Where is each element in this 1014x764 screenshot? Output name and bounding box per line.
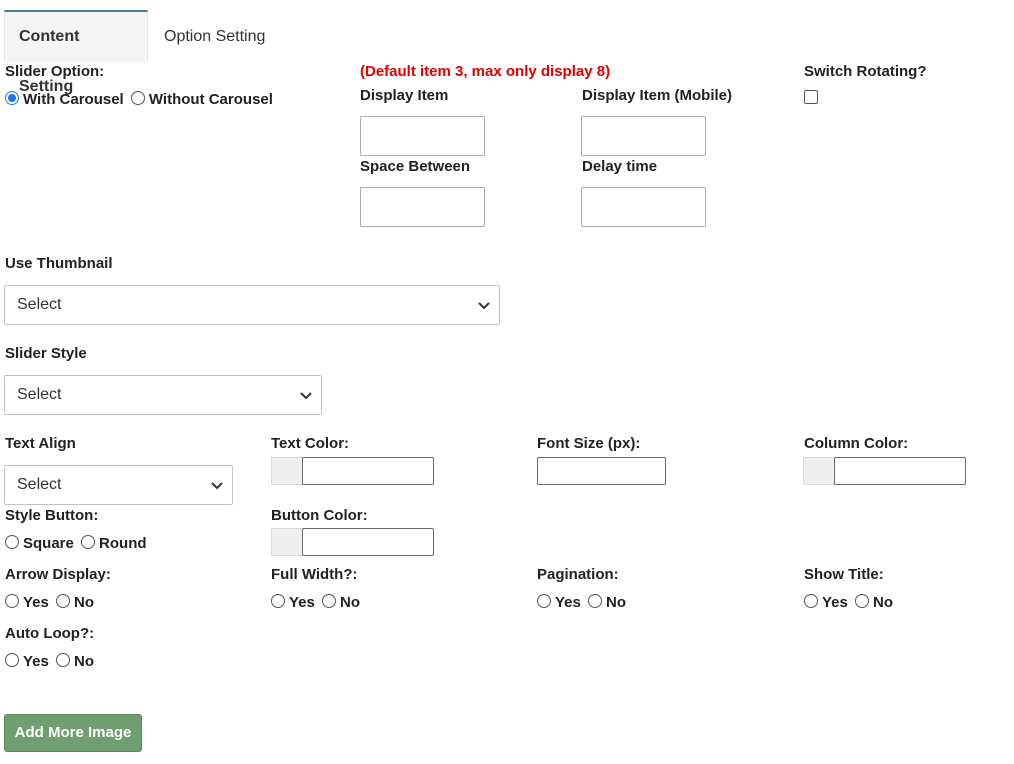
radio-icon[interactable] bbox=[56, 594, 71, 608]
radio-auto-loop-yes[interactable]: Yes bbox=[5, 653, 49, 670]
button-color-input[interactable] bbox=[302, 528, 434, 556]
style-button-label: Style Button: bbox=[5, 507, 99, 524]
radio-icon[interactable] bbox=[855, 594, 870, 608]
slider-style-value: Select bbox=[17, 386, 62, 403]
column-color-picker[interactable] bbox=[803, 457, 966, 485]
chevron-down-icon bbox=[478, 302, 490, 310]
space-between-label: Space Between bbox=[360, 158, 471, 175]
radio-full-width-yes[interactable]: Yes bbox=[271, 594, 315, 611]
radio-icon[interactable] bbox=[537, 594, 551, 608]
use-thumbnail-label: Use Thumbnail bbox=[5, 255, 113, 272]
radio-icon[interactable] bbox=[130, 91, 145, 105]
text-color-picker[interactable] bbox=[271, 457, 434, 485]
pagination-radio-group: Yes No bbox=[537, 594, 629, 611]
text-align-value: Select bbox=[17, 476, 62, 493]
text-color-swatch[interactable] bbox=[271, 457, 303, 485]
column-color-swatch[interactable] bbox=[803, 457, 835, 485]
display-item-mobile-input[interactable] bbox=[581, 116, 706, 156]
button-color-picker[interactable] bbox=[271, 528, 434, 556]
radio-square[interactable]: Square bbox=[5, 535, 74, 552]
display-item-label: Display Item bbox=[360, 87, 449, 104]
arrow-display-radio-group: Yes No bbox=[5, 594, 97, 611]
radio-without-carousel[interactable]: Without Carousel bbox=[130, 91, 273, 108]
text-align-select[interactable]: Select bbox=[4, 465, 233, 505]
switch-rotating-label: Switch Rotating? bbox=[804, 63, 927, 80]
radio-arrow-yes[interactable]: Yes bbox=[5, 594, 49, 611]
radio-icon[interactable] bbox=[588, 594, 603, 608]
radio-icon[interactable] bbox=[56, 653, 71, 667]
switch-rotating-checkbox[interactable] bbox=[804, 90, 818, 104]
font-size-label: Font Size (px): bbox=[537, 435, 641, 452]
slider-option-label: Slider Option: bbox=[5, 63, 105, 80]
show-title-radio-group: Yes No bbox=[804, 594, 896, 611]
display-item-input[interactable] bbox=[360, 116, 485, 156]
radio-show-title-no[interactable]: No bbox=[855, 594, 893, 611]
radio-icon[interactable] bbox=[5, 653, 19, 667]
radio-icon[interactable] bbox=[81, 535, 96, 549]
display-item-mobile-label: Display Item (Mobile) bbox=[582, 87, 733, 104]
full-width-radio-group: Yes No bbox=[271, 594, 363, 611]
radio-round[interactable]: Round bbox=[81, 535, 147, 552]
column-color-label: Column Color: bbox=[804, 435, 909, 452]
font-size-input[interactable] bbox=[537, 457, 666, 485]
full-width-label: Full Width?: bbox=[271, 566, 358, 583]
radio-icon[interactable] bbox=[271, 594, 285, 608]
delay-time-label: Delay time bbox=[582, 158, 658, 175]
slider-option-radio-group: With Carousel Without Carousel bbox=[5, 91, 276, 108]
radio-checked-icon[interactable] bbox=[5, 91, 19, 105]
tab-content-setting[interactable]: Content Setting bbox=[4, 10, 148, 95]
default-item-note: (Default item 3, max only display 8) bbox=[360, 63, 611, 80]
text-align-label: Text Align bbox=[5, 435, 76, 452]
radio-full-width-no[interactable]: No bbox=[322, 594, 360, 611]
slider-style-label: Slider Style bbox=[5, 345, 87, 362]
arrow-display-label: Arrow Display: bbox=[5, 566, 111, 583]
tab-bar: Content Setting Option Setting bbox=[0, 10, 1014, 95]
chevron-down-icon bbox=[211, 482, 223, 490]
radio-icon[interactable] bbox=[804, 594, 818, 608]
radio-with-carousel[interactable]: With Carousel bbox=[5, 91, 124, 108]
radio-icon[interactable] bbox=[5, 535, 19, 549]
add-more-image-button[interactable]: Add More Image bbox=[4, 714, 142, 752]
slider-style-select[interactable]: Select bbox=[4, 375, 322, 415]
radio-show-title-yes[interactable]: Yes bbox=[804, 594, 848, 611]
pagination-label: Pagination: bbox=[537, 566, 619, 583]
space-between-input[interactable] bbox=[360, 187, 485, 227]
use-thumbnail-value: Select bbox=[17, 296, 62, 313]
column-color-input[interactable] bbox=[834, 457, 966, 485]
radio-icon[interactable] bbox=[322, 594, 337, 608]
text-color-input[interactable] bbox=[302, 457, 434, 485]
use-thumbnail-select[interactable]: Select bbox=[4, 285, 500, 325]
button-color-label: Button Color: bbox=[271, 507, 368, 524]
auto-loop-label: Auto Loop?: bbox=[5, 625, 95, 642]
chevron-down-icon bbox=[300, 392, 312, 400]
radio-auto-loop-no[interactable]: No bbox=[56, 653, 94, 670]
tab-option-setting[interactable]: Option Setting bbox=[150, 12, 279, 64]
radio-arrow-no[interactable]: No bbox=[56, 594, 94, 611]
button-color-swatch[interactable] bbox=[271, 528, 303, 556]
style-button-radio-group: Square Round bbox=[5, 535, 150, 552]
radio-pagination-yes[interactable]: Yes bbox=[537, 594, 581, 611]
text-color-label: Text Color: bbox=[271, 435, 350, 452]
radio-icon[interactable] bbox=[5, 594, 19, 608]
delay-time-input[interactable] bbox=[581, 187, 706, 227]
radio-pagination-no[interactable]: No bbox=[588, 594, 626, 611]
show-title-label: Show Title: bbox=[804, 566, 884, 583]
auto-loop-radio-group: Yes No bbox=[5, 653, 97, 670]
